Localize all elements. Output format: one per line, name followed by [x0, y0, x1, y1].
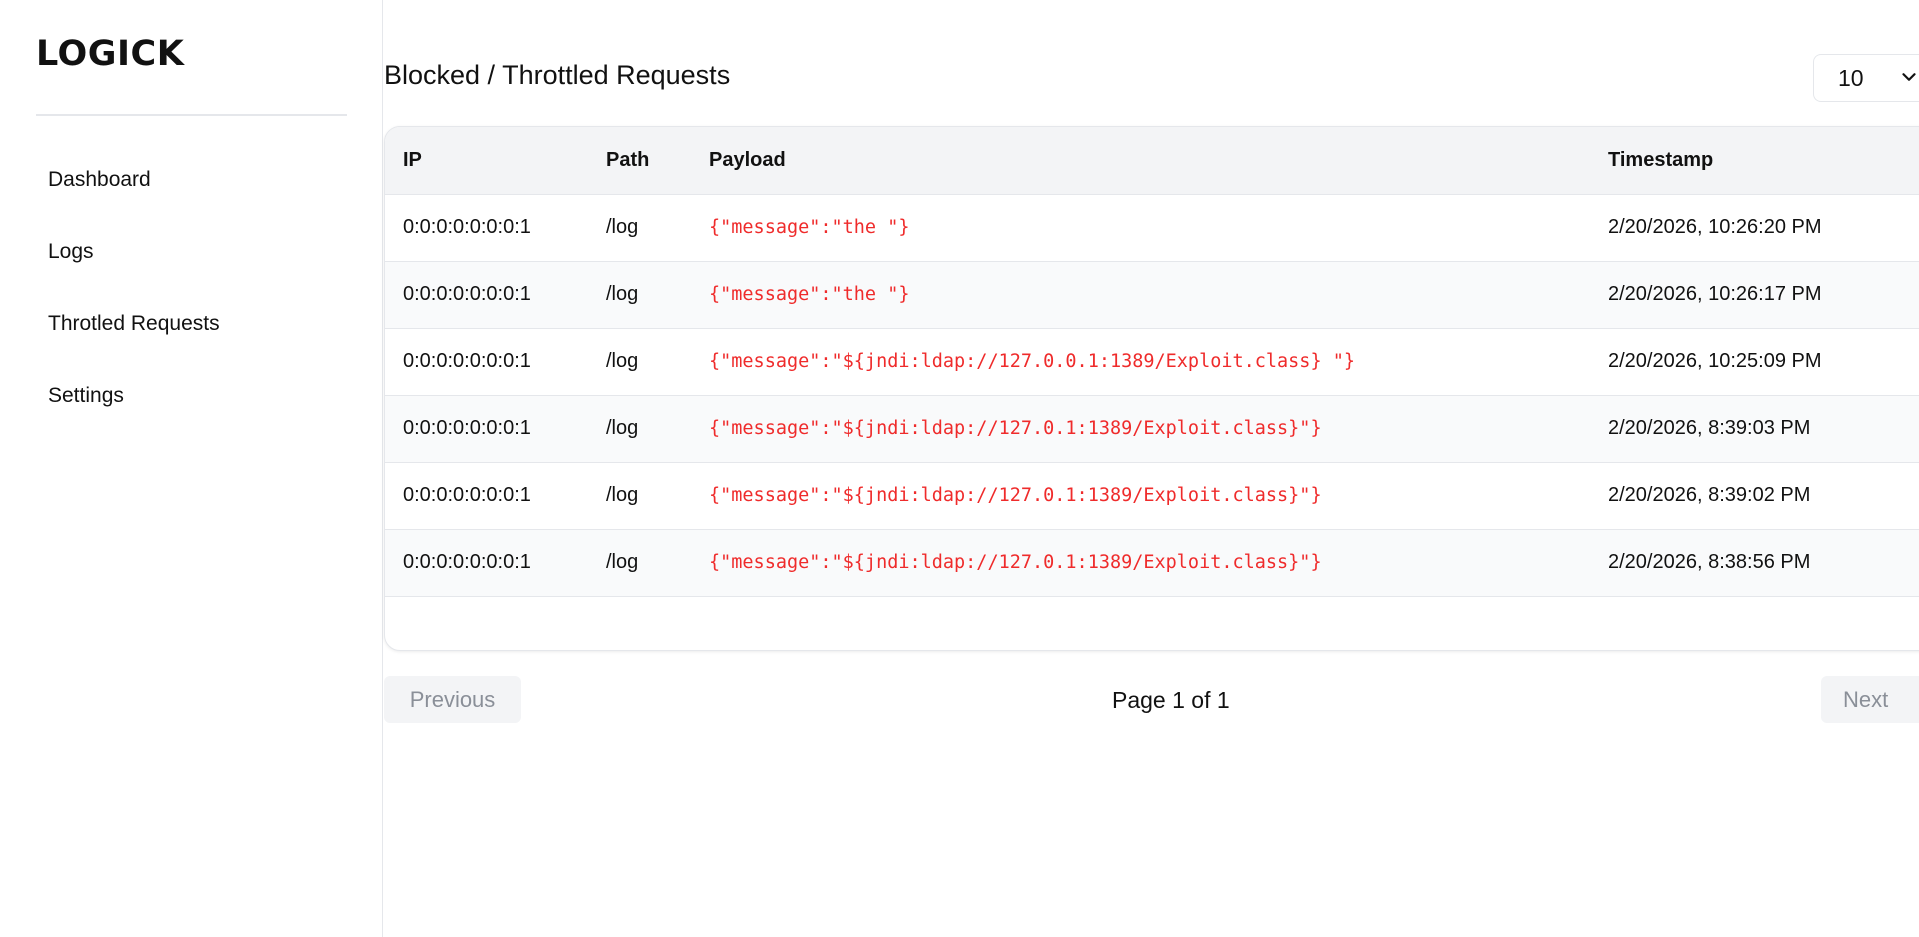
- chevron-down-icon: [1902, 73, 1916, 81]
- requests-table: IP Path Payload Timestamp 0:0:0:0:0:0:0:…: [385, 127, 1919, 597]
- cell-timestamp: 2/20/2026, 8:39:03 PM: [1608, 417, 1811, 439]
- cell-ip: 0:0:0:0:0:0:0:1: [403, 350, 531, 372]
- sidebar-item-settings[interactable]: Settings: [36, 372, 347, 420]
- sidebar-item-dashboard[interactable]: Dashboard: [36, 156, 347, 204]
- cell-ip: 0:0:0:0:0:0:0:1: [403, 484, 531, 506]
- column-header-timestamp: Timestamp: [1590, 127, 1919, 195]
- sidebar-divider: [36, 114, 347, 116]
- cell-timestamp: 2/20/2026, 8:38:56 PM: [1608, 551, 1811, 573]
- cell-timestamp: 2/20/2026, 10:25:09 PM: [1608, 350, 1822, 372]
- page-title: Blocked / Throttled Requests: [384, 60, 731, 90]
- cell-timestamp: 2/20/2026, 8:39:02 PM: [1608, 484, 1811, 506]
- cell-timestamp: 2/20/2026, 10:26:17 PM: [1608, 283, 1822, 305]
- cell-payload: {"message":"${jndi:ldap://127.0.1:1389/E…: [709, 552, 1322, 573]
- cell-path: /log: [606, 216, 639, 238]
- table-row: 0:0:0:0:0:0:0:1 /log {"message":"the "} …: [385, 261, 1919, 328]
- sidebar-item-throttled-requests[interactable]: Throtled Requests: [36, 300, 347, 348]
- column-header-path: Path: [588, 127, 691, 195]
- cell-path: /log: [606, 417, 639, 439]
- cell-payload: {"message":"the "}: [709, 217, 910, 238]
- page-size-value: 10: [1838, 64, 1864, 91]
- app: LOGICK Dashboard Logs Throtled Requests …: [0, 0, 1919, 937]
- column-header-ip: IP: [385, 127, 588, 195]
- page-indicator: Page 1 of 1: [1112, 687, 1230, 713]
- brand-logo: LOGICK: [36, 34, 185, 74]
- table-row: 0:0:0:0:0:0:0:1 /log {"message":"${jndi:…: [385, 328, 1919, 395]
- cell-ip: 0:0:0:0:0:0:0:1: [403, 283, 531, 305]
- sidebar: LOGICK Dashboard Logs Throtled Requests …: [0, 0, 383, 937]
- cell-payload: {"message":"${jndi:ldap://127.0.1:1389/E…: [709, 418, 1322, 439]
- table-header-row: IP Path Payload Timestamp: [385, 127, 1919, 195]
- column-header-payload: Payload: [691, 127, 1590, 195]
- table-row: 0:0:0:0:0:0:0:1 /log {"message":"${jndi:…: [385, 529, 1919, 596]
- cell-path: /log: [606, 283, 639, 305]
- requests-table-card: IP Path Payload Timestamp 0:0:0:0:0:0:0:…: [384, 126, 1919, 651]
- table-row: 0:0:0:0:0:0:0:1 /log {"message":"${jndi:…: [385, 395, 1919, 462]
- cell-payload: {"message":"${jndi:ldap://127.0.0.1:1389…: [709, 351, 1356, 372]
- cell-path: /log: [606, 484, 639, 506]
- next-page-button[interactable]: Next: [1821, 676, 1919, 723]
- cell-ip: 0:0:0:0:0:0:0:1: [403, 216, 531, 238]
- previous-page-button[interactable]: Previous: [384, 676, 521, 723]
- sidebar-item-logs[interactable]: Logs: [36, 228, 347, 276]
- cell-payload: {"message":"the "}: [709, 284, 910, 305]
- cell-ip: 0:0:0:0:0:0:0:1: [403, 551, 531, 573]
- table-row: 0:0:0:0:0:0:0:1 /log {"message":"the "} …: [385, 194, 1919, 261]
- page-size-select[interactable]: 10: [1813, 54, 1919, 102]
- sidebar-nav: Dashboard Logs Throtled Requests Setting…: [36, 156, 347, 444]
- cell-path: /log: [606, 551, 639, 573]
- cell-ip: 0:0:0:0:0:0:0:1: [403, 417, 531, 439]
- cell-payload: {"message":"${jndi:ldap://127.0.1:1389/E…: [709, 485, 1322, 506]
- cell-path: /log: [606, 350, 639, 372]
- cell-timestamp: 2/20/2026, 10:26:20 PM: [1608, 216, 1822, 238]
- table-row: 0:0:0:0:0:0:0:1 /log {"message":"${jndi:…: [385, 462, 1919, 529]
